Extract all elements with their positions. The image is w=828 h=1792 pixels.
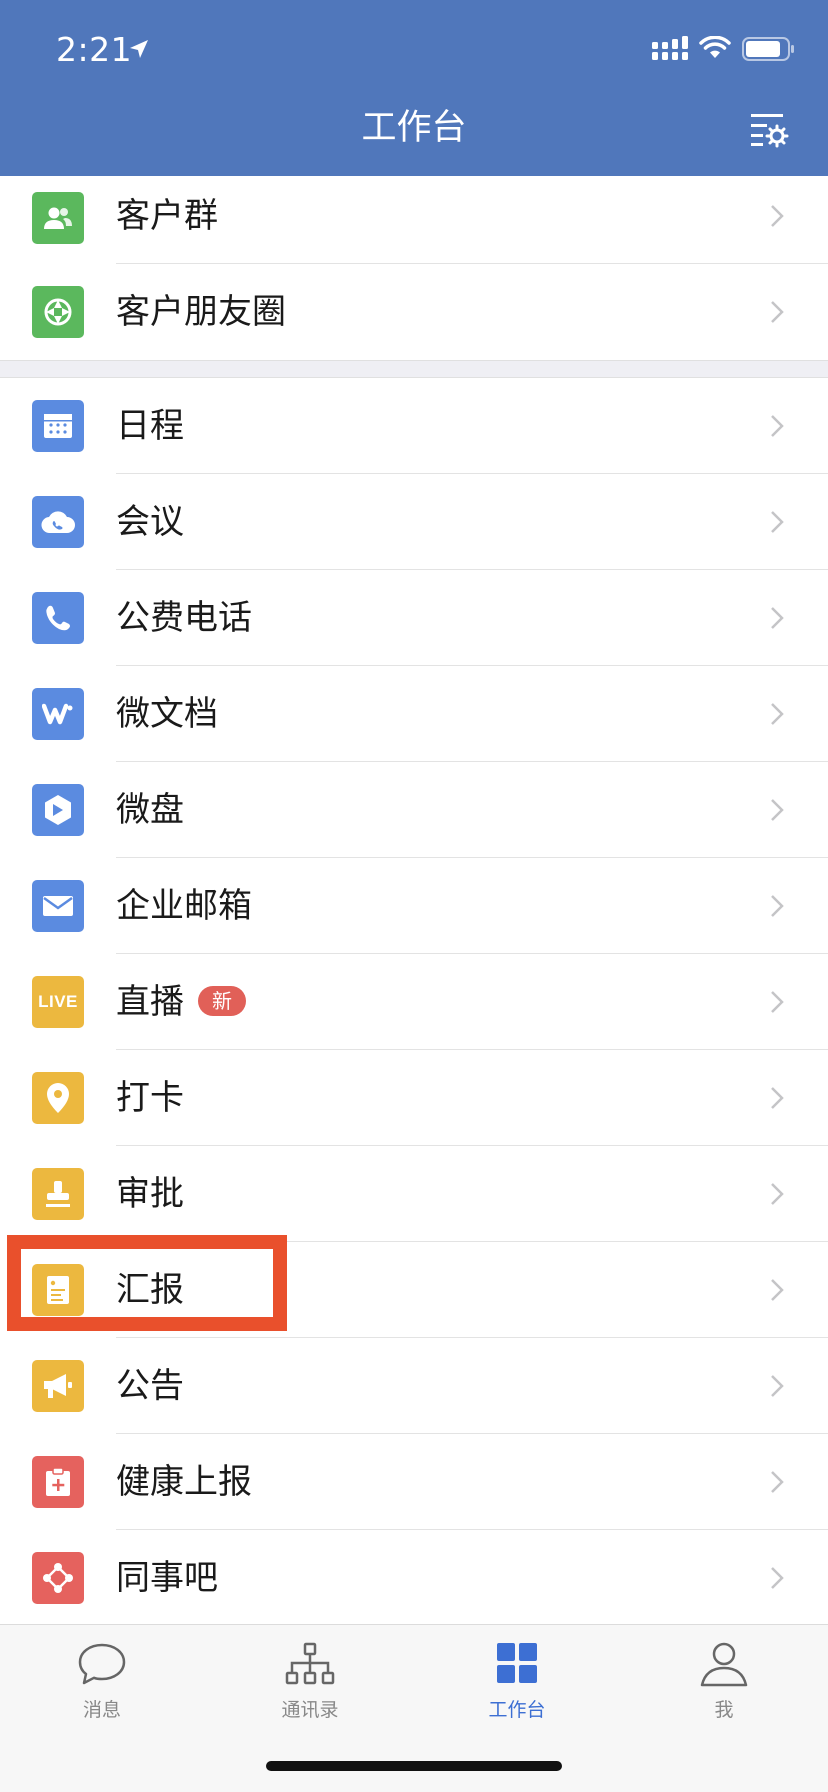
tab-messages[interactable]: 消息 <box>42 1641 162 1722</box>
chevron-right-icon <box>771 991 784 1013</box>
header-bar: 2:21 工作台 <box>0 0 828 176</box>
chevron-right-icon <box>771 1567 784 1589</box>
doc-w-icon <box>32 688 84 740</box>
list-item-live[interactable]: LIVE 直播新 <box>0 954 828 1050</box>
chevron-right-icon <box>771 799 784 821</box>
calendar-icon <box>32 400 84 452</box>
list-item-meeting[interactable]: 会议 <box>0 474 828 570</box>
tab-label: 通讯录 <box>281 1699 339 1721</box>
org-chart-icon <box>285 1642 335 1685</box>
list-item-approval[interactable]: 审批 <box>0 1146 828 1242</box>
section-separator <box>0 360 828 378</box>
customer-moments-icon <box>32 286 84 338</box>
list-item-weidrive[interactable]: 微盘 <box>0 762 828 858</box>
list-item-label: 健康上报 <box>116 1462 252 1502</box>
list-item-label: 公告 <box>116 1366 184 1406</box>
list-item-label: 审批 <box>116 1174 184 1214</box>
list-item-enterprise-mail[interactable]: 企业邮箱 <box>0 858 828 954</box>
location-arrow-icon <box>130 40 148 58</box>
page-title: 工作台 <box>361 108 467 148</box>
list-item-health-report[interactable]: 健康上报 <box>0 1434 828 1530</box>
tab-label: 我 <box>714 1699 734 1721</box>
list-item-customer-moments[interactable]: 客户朋友圈 <box>0 264 828 360</box>
chevron-right-icon <box>771 607 784 629</box>
list-item-label: 客户朋友圈 <box>116 292 286 332</box>
megaphone-icon <box>32 1360 84 1412</box>
list-item-label: 客户群 <box>116 196 218 236</box>
list-item-schedule[interactable]: 日程 <box>0 378 828 474</box>
list-item-announcement[interactable]: 公告 <box>0 1338 828 1434</box>
live-icon: LIVE <box>32 976 84 1028</box>
colleague-network-icon <box>32 1552 84 1604</box>
list-item-customer-group[interactable]: 客户群 <box>0 176 828 264</box>
chevron-right-icon <box>771 1279 784 1301</box>
chevron-right-icon <box>771 1087 784 1109</box>
chevron-right-icon <box>771 511 784 533</box>
chevron-right-icon <box>771 415 784 437</box>
chevron-right-icon <box>771 1471 784 1493</box>
tab-me[interactable]: 我 <box>664 1641 784 1722</box>
tab-workbench[interactable]: 工作台 <box>457 1641 577 1722</box>
list-item-label: 企业邮箱 <box>116 886 252 926</box>
chevron-right-icon <box>771 301 784 323</box>
list-item-label: 同事吧 <box>116 1558 218 1598</box>
list-item-label: 会议 <box>116 502 184 542</box>
tab-label: 工作台 <box>488 1699 546 1721</box>
highlight-box <box>7 1235 287 1331</box>
chat-bubble-icon <box>78 1643 126 1685</box>
battery-icon <box>742 37 794 61</box>
chevron-right-icon <box>771 1375 784 1397</box>
list-item-label-wrap: 直播新 <box>116 954 246 1050</box>
chevron-right-icon <box>771 895 784 917</box>
drive-icon <box>32 784 84 836</box>
workbench-settings-icon[interactable] <box>749 112 789 148</box>
list-item-checkin[interactable]: 打卡 <box>0 1050 828 1146</box>
home-indicator <box>266 1761 562 1771</box>
list-item-label: 微文档 <box>116 694 218 734</box>
list-item-public-phone[interactable]: 公费电话 <box>0 570 828 666</box>
phone-icon <box>32 592 84 644</box>
list-item-label: 公费电话 <box>116 598 252 638</box>
mail-icon <box>32 880 84 932</box>
person-icon <box>700 1642 748 1687</box>
list-item-colleague-bar[interactable]: 同事吧 <box>0 1530 828 1626</box>
health-clipboard-icon <box>32 1456 84 1508</box>
wifi-icon <box>699 36 731 58</box>
workbench-list: 客户群 客户朋友圈 日程 会议 公费电话 微文档 微盘 企业邮箱 LIVE 直播… <box>0 176 828 1626</box>
list-item-label: 微盘 <box>116 790 184 830</box>
tab-label: 消息 <box>82 1699 121 1721</box>
live-icon-text: LIVE <box>38 992 78 1011</box>
list-item-label: 直播 <box>116 982 184 1022</box>
list-item-label: 日程 <box>116 406 184 446</box>
chevron-right-icon <box>771 205 784 227</box>
stamp-icon <box>32 1168 84 1220</box>
list-item-label: 打卡 <box>116 1078 184 1118</box>
title-wrap: 工作台 <box>0 104 828 160</box>
list-item-weidoc[interactable]: 微文档 <box>0 666 828 762</box>
cellular-signal-icon <box>652 36 688 60</box>
customer-group-icon <box>32 192 84 244</box>
chevron-right-icon <box>771 703 784 725</box>
location-pin-icon <box>32 1072 84 1124</box>
new-badge: 新 <box>198 985 246 1016</box>
cloud-phone-icon <box>32 496 84 548</box>
tab-contacts[interactable]: 通讯录 <box>250 1641 370 1722</box>
status-time: 2:21 <box>56 30 133 69</box>
grid-icon <box>497 1643 537 1683</box>
chevron-right-icon <box>771 1183 784 1205</box>
